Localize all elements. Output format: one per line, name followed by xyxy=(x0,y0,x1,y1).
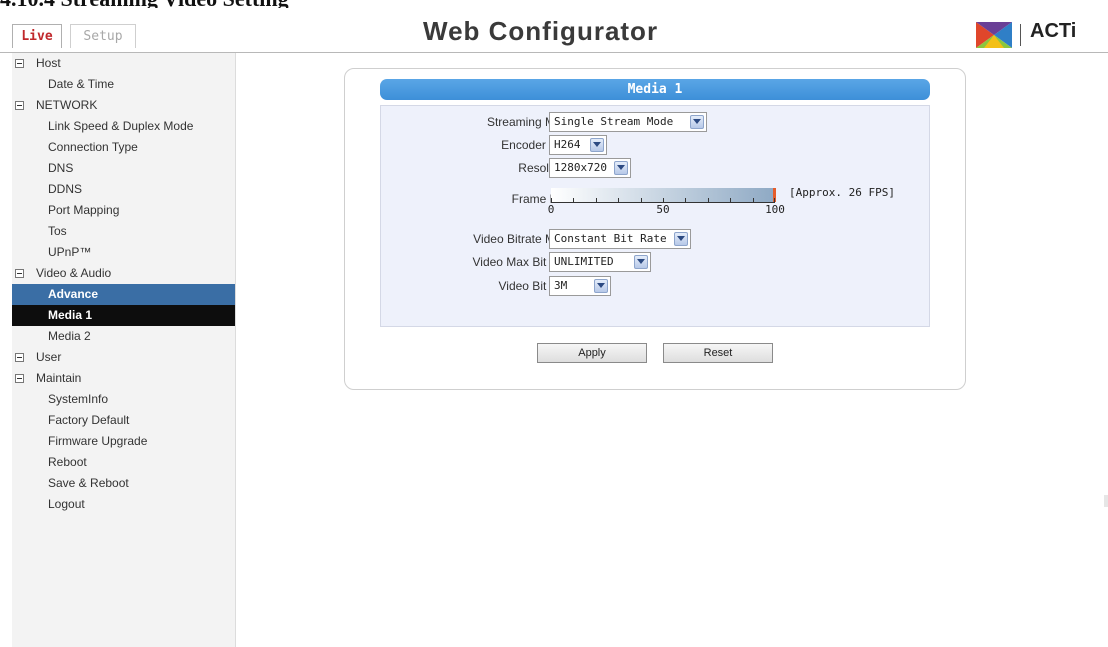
streaming-mode-row: Streaming Mode Single Stream Mode xyxy=(381,111,931,133)
collapse-box-icon[interactable] xyxy=(15,374,24,383)
sidebar-item-label: Maintain xyxy=(36,371,82,385)
sidebar: Host Date & Time NETWORK Link Speed & Du… xyxy=(12,53,236,647)
media-settings-panel: Media 1 Streaming Mode Single Stream Mod… xyxy=(344,68,966,390)
collapse-box-icon[interactable] xyxy=(15,59,24,68)
sidebar-item-logout[interactable]: Logout xyxy=(12,494,235,515)
sidebar-item-label: Host xyxy=(36,56,61,70)
resolution-value: 1280x720 xyxy=(554,161,607,174)
sidebar-item-factory-default[interactable]: Factory Default xyxy=(12,410,235,431)
sidebar-item-ddns[interactable]: DDNS xyxy=(12,179,235,200)
chevron-down-icon[interactable] xyxy=(594,279,608,293)
video-bitrate-mode-value: Constant Bit Rate xyxy=(554,232,667,245)
frame-rate-tick-label: 50 xyxy=(656,203,670,216)
chevron-down-icon[interactable] xyxy=(590,138,604,152)
resolution-select[interactable]: 1280x720 xyxy=(549,158,631,178)
frame-rate-row: Frame Rate 0 50 100 [Approx. 26 FPS] xyxy=(381,186,931,224)
frame-rate-tick xyxy=(640,198,642,203)
sidebar-item-label: User xyxy=(36,350,62,364)
encoder-type-row: Encoder Type H264 xyxy=(381,134,931,156)
panel-title: Media 1 xyxy=(380,79,930,100)
settings-form: Streaming Mode Single Stream Mode Encode… xyxy=(380,105,930,327)
encoder-type-value: H264 xyxy=(554,138,581,151)
sidebar-item-systeminfo[interactable]: SystemInfo xyxy=(12,389,235,410)
app-title: Web Configurator xyxy=(423,16,659,46)
resolution-row: Resolution 1280x720 xyxy=(381,157,931,179)
sidebar-item-label: NETWORK xyxy=(36,98,98,112)
streaming-mode-select[interactable]: Single Stream Mode xyxy=(549,112,707,132)
video-max-bit-rate-select[interactable]: UNLIMITED xyxy=(549,252,651,272)
sidebar-item-port-mapping[interactable]: Port Mapping xyxy=(12,200,235,221)
page-scrollbar[interactable] xyxy=(1104,495,1108,507)
sidebar-item-video-audio[interactable]: Video & Audio xyxy=(12,263,235,284)
frame-rate-tick xyxy=(752,198,754,203)
sidebar-item-advance[interactable]: Advance xyxy=(12,284,235,305)
logo-text: ACTi xyxy=(1030,20,1077,42)
sidebar-item-label: Video & Audio xyxy=(36,266,112,280)
video-bitrate-mode-select[interactable]: Constant Bit Rate xyxy=(549,229,691,249)
frame-rate-tick xyxy=(573,198,575,203)
collapse-box-icon[interactable] xyxy=(15,101,24,110)
encoder-type-select[interactable]: H264 xyxy=(549,135,607,155)
sidebar-item-maintain[interactable]: Maintain xyxy=(12,368,235,389)
streaming-mode-value: Single Stream Mode xyxy=(554,115,674,128)
sidebar-item-date-time[interactable]: Date & Time xyxy=(12,74,235,95)
chevron-down-icon[interactable] xyxy=(614,161,628,175)
chevron-down-icon[interactable] xyxy=(634,255,648,269)
chevron-down-icon[interactable] xyxy=(674,232,688,246)
sidebar-item-host[interactable]: Host xyxy=(12,53,235,74)
frame-rate-approx: [Approx. 26 FPS] xyxy=(789,186,895,199)
frame-rate-tick xyxy=(730,198,732,203)
sidebar-item-media-1[interactable]: Media 1 xyxy=(12,305,235,326)
acti-logo-icon xyxy=(976,22,1012,48)
video-bit-rate-select[interactable]: 3M xyxy=(549,276,611,296)
video-max-bit-rate-value: UNLIMITED xyxy=(554,255,614,268)
sidebar-item-media-2[interactable]: Media 2 xyxy=(12,326,235,347)
video-max-bit-rate-row: Video Max Bit Rate UNLIMITED xyxy=(381,251,931,273)
sidebar-item-tos[interactable]: Tos xyxy=(12,221,235,242)
tab-setup[interactable]: Setup xyxy=(70,24,136,48)
frame-rate-tick-label: 0 xyxy=(547,203,555,216)
frame-rate-tick-label: 100 xyxy=(765,203,785,216)
document-heading: 4.10.4 Streaming Video Setting xyxy=(0,0,560,8)
video-bit-rate-row: Video Bit Rate 3M xyxy=(381,275,931,297)
acti-logo: ACTi xyxy=(976,18,1108,52)
frame-rate-slider[interactable]: 0 50 100 xyxy=(547,188,785,220)
sidebar-item-connection-type[interactable]: Connection Type xyxy=(12,137,235,158)
sidebar-item-firmware-upgrade[interactable]: Firmware Upgrade xyxy=(12,431,235,452)
video-bitrate-mode-row: Video Bitrate Mode Constant Bit Rate xyxy=(381,228,931,250)
sidebar-item-network[interactable]: NETWORK xyxy=(12,95,235,116)
frame-rate-tick xyxy=(685,198,687,203)
frame-rate-tick xyxy=(618,198,620,203)
chevron-down-icon[interactable] xyxy=(690,115,704,129)
frame-rate-tick xyxy=(707,198,709,203)
sidebar-item-link-speed[interactable]: Link Speed & Duplex Mode xyxy=(12,116,235,137)
video-bit-rate-value: 3M xyxy=(554,279,568,292)
collapse-box-icon[interactable] xyxy=(15,353,24,362)
frame-rate-tick xyxy=(595,198,597,203)
reset-button[interactable]: Reset xyxy=(663,343,773,363)
sidebar-item-dns[interactable]: DNS xyxy=(12,158,235,179)
sidebar-item-upnp[interactable]: UPnP™ xyxy=(12,242,235,263)
sidebar-item-save-reboot[interactable]: Save & Reboot xyxy=(12,473,235,494)
collapse-box-icon[interactable] xyxy=(15,269,24,278)
sidebar-item-user[interactable]: User xyxy=(12,347,235,368)
logo-divider xyxy=(1020,24,1021,46)
app-header: Live Setup Web Configurator ACTi xyxy=(0,16,1108,53)
apply-button[interactable]: Apply xyxy=(537,343,647,363)
sidebar-item-reboot[interactable]: Reboot xyxy=(12,452,235,473)
tab-live[interactable]: Live xyxy=(12,24,62,48)
